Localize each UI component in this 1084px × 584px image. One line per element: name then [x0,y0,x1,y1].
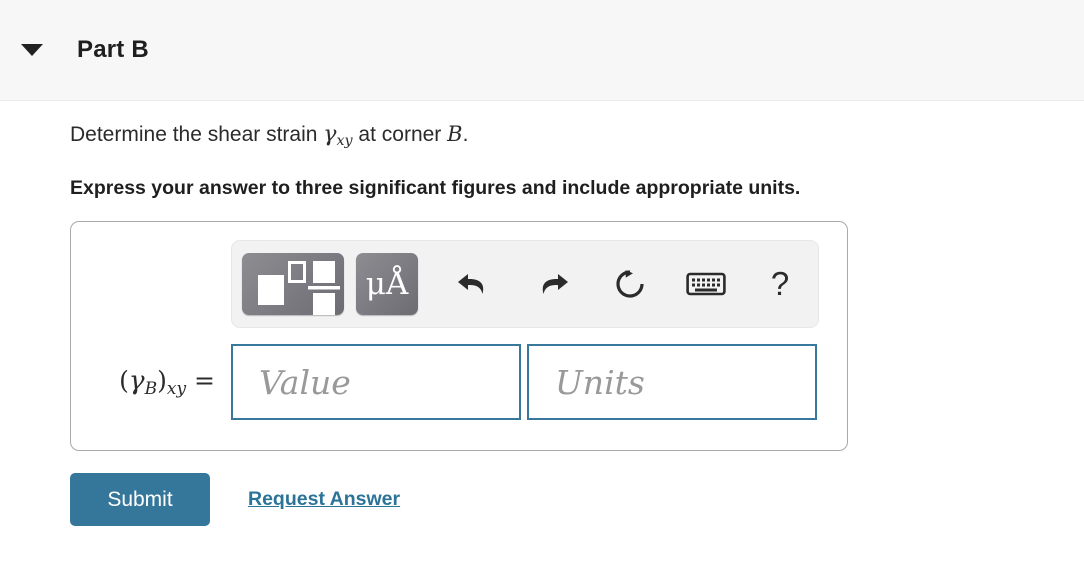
undo-glyph [458,274,484,295]
paren-close: ) [157,365,167,395]
keyboard-icon[interactable] [684,262,728,306]
part-body: Determine the shear strain γxy at corner… [0,122,1084,527]
equals-sign: = [194,365,215,395]
part-header: Part B [0,0,1084,101]
instruction-text: Express your answer to three significant… [70,177,801,200]
superscript-fraction-icon [258,261,340,316]
redo-glyph [542,274,568,295]
math-template-button[interactable] [242,253,344,316]
gamma-subscript-b: B [144,378,158,399]
help-icon[interactable]: ? [758,262,802,306]
chevron-down-icon[interactable] [21,44,43,56]
units-button[interactable]: μÅ [356,253,418,316]
corner-label: B [447,122,463,146]
gamma-symbol: γ [323,122,337,147]
answer-row: (γB)xy = Value Units [71,344,847,421]
value-input[interactable]: Value [231,344,521,421]
reset-glyph [616,270,644,298]
request-answer-link[interactable]: Request Answer [248,488,400,511]
reset-icon[interactable] [608,262,652,306]
answer-container: μÅ ? (γB)xy = Value Units [70,221,848,452]
units-placeholder: Units [555,362,645,402]
question-prefix: Determine the shear strain [70,123,324,146]
action-bar: Submit Request Answer [70,473,1084,527]
math-toolbar: μÅ ? [231,240,819,329]
units-input[interactable]: Units [527,344,817,421]
submit-button[interactable]: Submit [70,473,210,527]
gamma-subscript: xy [336,132,353,149]
redo-icon[interactable] [530,262,574,306]
question-suffix: . [462,123,469,146]
paren-open: ( [119,365,129,395]
keyboard-glyph [686,272,726,296]
value-placeholder: Value [259,362,351,402]
gamma-symbol: γ [128,365,145,396]
variable-label: (γB)xy = [71,366,231,399]
xy-subscript: xy [166,378,187,399]
page-title: Part B [77,36,149,63]
question-text: Determine the shear strain γxy at corner… [70,122,1084,150]
question-middle: at corner [352,123,448,146]
undo-icon[interactable] [452,262,496,306]
